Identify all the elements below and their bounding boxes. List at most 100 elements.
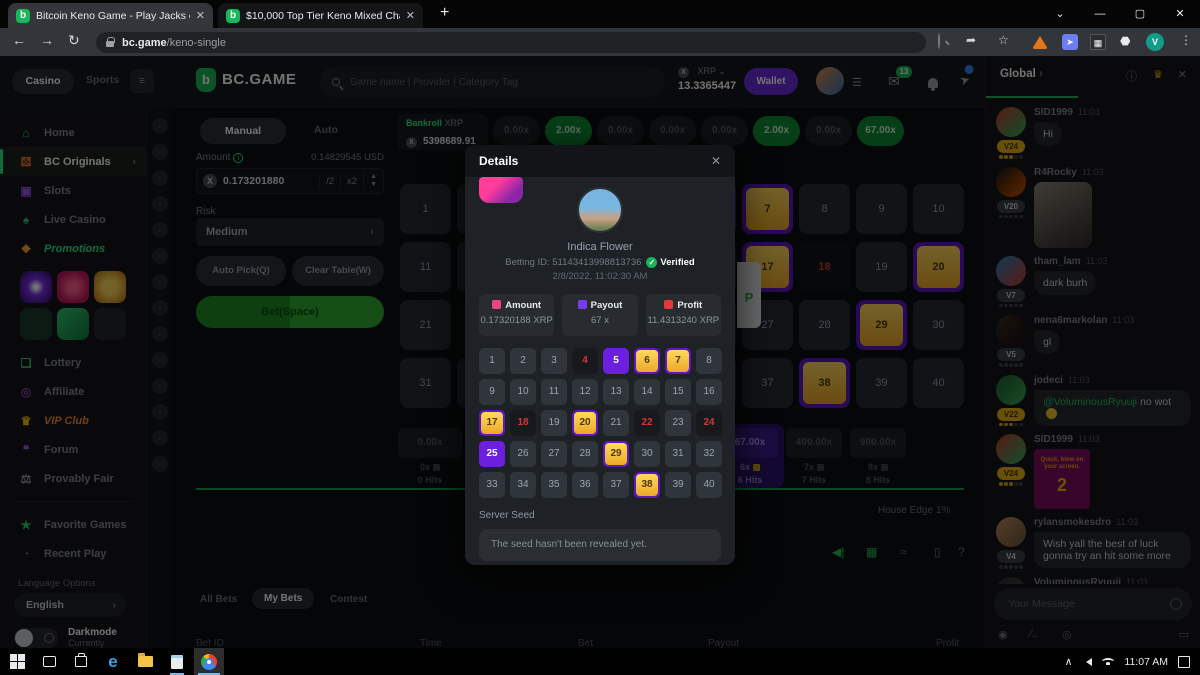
modal-keno-tile-34: 34: [510, 472, 536, 498]
player-name[interactable]: Indica Flower: [465, 241, 735, 253]
modal-keno-tile-40: 40: [696, 472, 722, 498]
browser-tab-2[interactable]: b $10,000 Top Tier Keno Mixed Cha ✕: [218, 3, 423, 28]
stat-value: 0.17320188 XRP: [479, 315, 554, 326]
modal-keno-tile-20: 20: [572, 410, 598, 436]
bookmark-star-icon[interactable]: ☆: [998, 33, 1009, 47]
modal-keno-tile-17: 17: [479, 410, 505, 436]
modal-keno-tile-39: 39: [665, 472, 691, 498]
modal-keno-tile-4: 4: [572, 348, 598, 374]
back-button[interactable]: ←: [12, 32, 26, 48]
modal-keno-tile-38: 38: [634, 472, 660, 498]
stat-card-amount: Amount0.17320188 XRP: [479, 294, 554, 336]
window-chevron-icon[interactable]: ⌄: [1040, 0, 1080, 28]
modal-keno-tile-11: 11: [541, 379, 567, 405]
edge-icon[interactable]: e: [98, 648, 128, 675]
modal-keno-tile-19: 19: [541, 410, 567, 436]
screen: b Bitcoin Keno Game - Play Jacks o ✕ b $…: [0, 0, 1200, 675]
modal-keno-tile-24: 24: [696, 410, 722, 436]
modal-keno-tile-25: 25: [479, 441, 505, 467]
player-avatar[interactable]: [577, 187, 623, 233]
modal-keno-tile-30: 30: [634, 441, 660, 467]
server-seed-box: The seed hasn't been revealed yet.: [479, 529, 721, 561]
modal-keno-tile-12: 12: [572, 379, 598, 405]
modal-keno-tile-32: 32: [696, 441, 722, 467]
window-maximize-button[interactable]: ▢: [1120, 0, 1160, 28]
verified-check-icon: ✓: [646, 257, 657, 268]
modal-keno-tile-8: 8: [696, 348, 722, 374]
stat-card-payout: Payout67 x: [562, 294, 637, 336]
url-path: /keno-single: [167, 37, 226, 49]
server-seed-label: Server Seed: [479, 510, 721, 521]
lock-icon: [106, 41, 114, 47]
profit-icon: [664, 300, 673, 309]
qr-extension-icon[interactable]: ▦: [1090, 34, 1106, 50]
tab-favicon: b: [226, 9, 240, 23]
modal-keno-tile-5: 5: [603, 348, 629, 374]
payout-icon: [578, 300, 587, 309]
modal-keno-tile-37: 37: [603, 472, 629, 498]
window-minimize-button[interactable]: —: [1080, 0, 1120, 28]
browser-tabstrip: b Bitcoin Keno Game - Play Jacks o ✕ b $…: [0, 0, 1200, 28]
forward-button[interactable]: →: [40, 32, 54, 48]
tab-favicon: b: [16, 9, 30, 23]
tray-wifi-icon[interactable]: [1102, 658, 1114, 665]
store-icon[interactable]: [66, 648, 96, 675]
modal-keno-tile-23: 23: [665, 410, 691, 436]
modal-keno-tile-15: 15: [665, 379, 691, 405]
browser-tab-1[interactable]: b Bitcoin Keno Game - Play Jacks o ✕: [8, 3, 213, 28]
tab-close-icon[interactable]: ✕: [196, 9, 205, 22]
betting-id-row: Betting ID: 51143413998813736✓Verified: [465, 257, 735, 268]
modal-keno-tile-36: 36: [572, 472, 598, 498]
stat-value: 67 x: [562, 315, 637, 326]
metamask-extension-icon[interactable]: [1032, 36, 1048, 49]
modal-keno-tile-1: 1: [479, 348, 505, 374]
file-explorer-icon[interactable]: [130, 648, 160, 675]
reload-button[interactable]: ↻: [68, 32, 80, 49]
modal-keno-tile-7: 7: [665, 348, 691, 374]
browser-menu-icon[interactable]: ⋮: [1180, 33, 1192, 47]
modal-keno-tile-35: 35: [541, 472, 567, 498]
tray-chevron-icon[interactable]: ∧: [1065, 656, 1073, 668]
notification-center-icon[interactable]: [1178, 656, 1190, 668]
zoom-search-icon[interactable]: [938, 34, 940, 48]
modal-keno-tile-13: 13: [603, 379, 629, 405]
url-host: bc.game: [122, 37, 167, 49]
start-button[interactable]: [2, 648, 32, 675]
address-bar[interactable]: bc.game/keno-single: [96, 32, 926, 53]
new-tab-button[interactable]: +: [440, 4, 449, 22]
modal-keno-tile-2: 2: [510, 348, 536, 374]
tray-speaker-icon[interactable]: [1082, 658, 1092, 666]
modal-keno-tile-27: 27: [541, 441, 567, 467]
browser-profile-avatar[interactable]: V: [1146, 33, 1164, 51]
tray-clock[interactable]: 11:07 AM: [1124, 656, 1168, 668]
windows-taskbar: e ∧ 11:07 AM: [0, 648, 1200, 675]
chrome-icon[interactable]: [194, 648, 224, 675]
modal-keno-tile-6: 6: [634, 348, 660, 374]
browser-toolbar: ← → ↻ bc.game/keno-single ➦ ☆ ➤ ▦ ⬣ V ⋮: [0, 28, 1200, 56]
tab-title: Bitcoin Keno Game - Play Jacks o: [36, 10, 190, 22]
bet-details-modal: Details ✕ Indica Flower Betting ID: 5114…: [465, 145, 735, 565]
task-view-button[interactable]: [34, 648, 64, 675]
modal-keno-tile-22: 22: [634, 410, 660, 436]
modal-title: Details: [479, 154, 518, 168]
notepad-icon[interactable]: [162, 648, 192, 675]
window-close-button[interactable]: ✕: [1160, 0, 1200, 28]
modal-header: Details ✕: [465, 145, 735, 177]
modal-keno-tile-18: 18: [510, 410, 536, 436]
verified-badge[interactable]: ✓Verified: [646, 257, 694, 268]
modal-keno-tile-14: 14: [634, 379, 660, 405]
modal-keno-tile-16: 16: [696, 379, 722, 405]
modal-keno-tile-26: 26: [510, 441, 536, 467]
extensions-puzzle-icon[interactable]: ⬣: [1120, 34, 1130, 48]
modal-close-icon[interactable]: ✕: [711, 154, 721, 168]
bet-date: 2/8/2022, 11:02:30 AM: [465, 271, 735, 282]
modal-keno-tile-3: 3: [541, 348, 567, 374]
game-logo-fragment: [479, 177, 523, 203]
tab-title: $10,000 Top Tier Keno Mixed Cha: [246, 10, 400, 22]
cursor-extension-icon[interactable]: ➤: [1062, 34, 1078, 50]
bet-stat-cards: Amount0.17320188 XRPPayout67 xProfit11.4…: [479, 294, 721, 336]
modal-keno-tile-33: 33: [479, 472, 505, 498]
modal-keno-tile-21: 21: [603, 410, 629, 436]
tab-close-icon[interactable]: ✕: [406, 9, 415, 22]
share-icon[interactable]: ➦: [966, 33, 976, 47]
